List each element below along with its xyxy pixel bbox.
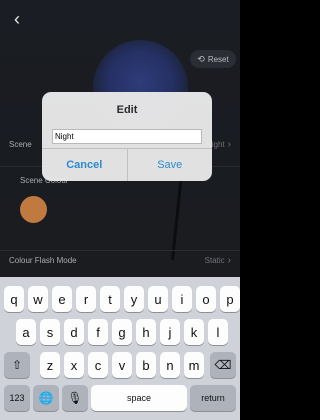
key-v[interactable]: v xyxy=(112,352,132,378)
space-key[interactable]: space xyxy=(91,385,187,411)
key-j[interactable]: j xyxy=(160,319,180,345)
chevron-right-icon: › xyxy=(227,254,231,266)
key-i[interactable]: i xyxy=(172,286,192,312)
cancel-button[interactable]: Cancel xyxy=(42,149,127,181)
scene-name-input[interactable]: Night xyxy=(52,129,202,144)
colour-flash-mode-row[interactable]: Colour Flash Mode Static › xyxy=(0,248,240,272)
key-r[interactable]: r xyxy=(76,286,96,312)
colour-flash-mode-label: Colour Flash Mode xyxy=(9,255,77,265)
key-y[interactable]: y xyxy=(124,286,144,312)
key-l[interactable]: l xyxy=(208,319,228,345)
key-q[interactable]: q xyxy=(4,286,24,312)
globe-icon: 🌐 xyxy=(38,391,54,405)
key-k[interactable]: k xyxy=(184,319,204,345)
key-z[interactable]: z xyxy=(40,352,60,378)
key-n[interactable]: n xyxy=(160,352,180,378)
key-f[interactable]: f xyxy=(88,319,108,345)
key-m[interactable]: m xyxy=(184,352,204,378)
key-e[interactable]: e xyxy=(52,286,72,312)
key-b[interactable]: b xyxy=(136,352,156,378)
key-h[interactable]: h xyxy=(136,319,156,345)
key-p[interactable]: p xyxy=(220,286,240,312)
key-d[interactable]: d xyxy=(64,319,84,345)
key-o[interactable]: o xyxy=(196,286,216,312)
return-key[interactable]: return xyxy=(190,385,236,411)
dialog-buttons: Cancel Save xyxy=(42,148,212,181)
save-button[interactable]: Save xyxy=(128,149,213,181)
scene-colour-swatch[interactable] xyxy=(20,196,47,223)
key-x[interactable]: x xyxy=(64,352,84,378)
dictation-key[interactable]: 🎙 xyxy=(62,385,88,411)
dialog-title: Edit xyxy=(116,104,138,116)
chevron-right-icon: › xyxy=(227,138,231,150)
back-button[interactable]: ‹ xyxy=(14,10,30,28)
delete-key[interactable]: ⌫ xyxy=(210,352,236,378)
scene-label: Scene xyxy=(9,139,32,149)
chevron-left-icon: ‹ xyxy=(14,9,20,29)
key-w[interactable]: w xyxy=(28,286,48,312)
colour-flash-mode-value: Static xyxy=(204,255,225,265)
refresh-icon: ⟲ xyxy=(197,53,205,64)
edit-dialog: Edit Night Cancel Save xyxy=(42,92,212,181)
keyboard: q w e r t y u i o p a s d f g h j k l ⇧ … xyxy=(0,277,240,420)
globe-key[interactable]: 🌐 xyxy=(33,385,59,411)
app-screen: ‹ ⟲ Reset Scene Night › Scene Colour Col… xyxy=(0,0,240,420)
microphone-icon: 🎙 xyxy=(67,391,83,405)
reset-label: Reset xyxy=(207,54,229,64)
shift-key[interactable]: ⇧ xyxy=(4,352,30,378)
key-t[interactable]: t xyxy=(100,286,120,312)
key-g[interactable]: g xyxy=(112,319,132,345)
key-s[interactable]: s xyxy=(40,319,60,345)
shift-icon: ⇧ xyxy=(11,358,23,372)
numbers-key[interactable]: 123 xyxy=(4,385,30,411)
key-a[interactable]: a xyxy=(16,319,36,345)
reset-button[interactable]: ⟲ Reset xyxy=(190,50,236,68)
delete-icon: ⌫ xyxy=(214,358,232,372)
key-c[interactable]: c xyxy=(88,352,108,378)
key-u[interactable]: u xyxy=(148,286,168,312)
